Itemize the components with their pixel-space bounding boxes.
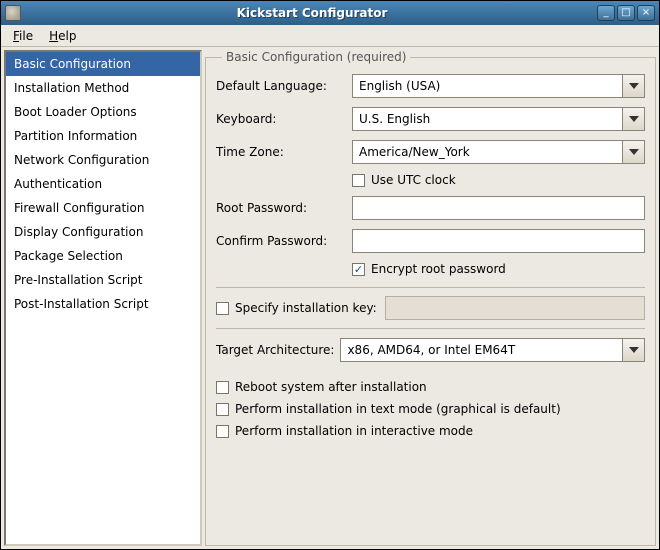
sidebar-item-post-installation-script[interactable]: Post-Installation Script xyxy=(6,292,200,316)
root-password-input[interactable] xyxy=(359,197,638,219)
label-confirm-password: Confirm Password: xyxy=(216,234,346,248)
use-utc-row[interactable]: Use UTC clock xyxy=(352,173,645,187)
sidebar-item-installation-method[interactable]: Installation Method xyxy=(6,76,200,100)
root-password-field[interactable] xyxy=(352,196,645,220)
group-title: Basic Configuration (required) xyxy=(222,50,410,64)
window: Kickstart Configurator _ □ × File Help B… xyxy=(0,0,660,550)
label-target-architecture: Target Architecture: xyxy=(216,343,334,357)
menu-file[interactable]: File xyxy=(7,27,39,45)
reboot-after-row[interactable]: Reboot system after installation xyxy=(216,380,645,394)
maximize-icon: □ xyxy=(621,8,630,18)
chevron-down-icon xyxy=(622,339,644,361)
sidebar[interactable]: Basic ConfigurationInstallation MethodBo… xyxy=(4,50,202,546)
target-architecture-combo[interactable]: x86, AMD64, or Intel EM64T xyxy=(340,338,645,362)
menubar: File Help xyxy=(1,25,659,47)
interactive-checkbox[interactable] xyxy=(216,425,229,438)
close-button[interactable]: × xyxy=(637,5,655,21)
confirm-password-input[interactable] xyxy=(359,230,638,252)
install-key-row: Specify installation key: xyxy=(216,287,645,329)
label-time-zone: Time Zone: xyxy=(216,145,346,159)
sidebar-item-network-configuration[interactable]: Network Configuration xyxy=(6,148,200,172)
specify-install-key-row[interactable]: Specify installation key: xyxy=(216,301,377,315)
basic-config-group: Basic Configuration (required) Default L… xyxy=(205,50,656,546)
sidebar-item-package-selection[interactable]: Package Selection xyxy=(6,244,200,268)
chevron-down-icon xyxy=(622,141,644,163)
chevron-down-icon xyxy=(622,108,644,130)
sidebar-item-display-configuration[interactable]: Display Configuration xyxy=(6,220,200,244)
close-icon: × xyxy=(642,8,650,18)
encrypt-root-checkbox[interactable]: ✓ xyxy=(352,263,365,276)
label-keyboard: Keyboard: xyxy=(216,112,346,126)
label-default-language: Default Language: xyxy=(216,79,346,93)
encrypt-root-label: Encrypt root password xyxy=(371,262,506,276)
confirm-password-field[interactable] xyxy=(352,229,645,253)
minimize-button[interactable]: _ xyxy=(597,5,615,21)
window-title: Kickstart Configurator xyxy=(27,6,597,20)
sidebar-item-authentication[interactable]: Authentication xyxy=(6,172,200,196)
sidebar-item-firewall-configuration[interactable]: Firewall Configuration xyxy=(6,196,200,220)
time-zone-combo[interactable]: America/New_York xyxy=(352,140,645,164)
specify-install-key-checkbox[interactable] xyxy=(216,302,229,315)
window-buttons: _ □ × xyxy=(597,5,655,21)
minimize-icon: _ xyxy=(604,8,609,18)
install-key-field xyxy=(385,296,645,320)
text-mode-row[interactable]: Perform installation in text mode (graph… xyxy=(216,402,645,416)
app-icon xyxy=(5,5,21,21)
reboot-after-checkbox[interactable] xyxy=(216,381,229,394)
specify-install-key-label: Specify installation key: xyxy=(235,301,377,315)
sidebar-item-boot-loader-options[interactable]: Boot Loader Options xyxy=(6,100,200,124)
sidebar-item-pre-installation-script[interactable]: Pre-Installation Script xyxy=(6,268,200,292)
default-language-value: English (USA) xyxy=(359,79,440,93)
interactive-label: Perform installation in interactive mode xyxy=(235,424,473,438)
use-utc-label: Use UTC clock xyxy=(371,173,456,187)
menu-help[interactable]: Help xyxy=(43,27,82,45)
interactive-row[interactable]: Perform installation in interactive mode xyxy=(216,424,645,438)
chevron-down-icon xyxy=(622,75,644,97)
sidebar-item-basic-configuration[interactable]: Basic Configuration xyxy=(6,52,200,76)
client-area: Basic ConfigurationInstallation MethodBo… xyxy=(1,47,659,549)
reboot-after-label: Reboot system after installation xyxy=(235,380,427,394)
time-zone-value: America/New_York xyxy=(359,145,470,159)
label-root-password: Root Password: xyxy=(216,201,346,215)
text-mode-label: Perform installation in text mode (graph… xyxy=(235,402,561,416)
main-panel: Basic Configuration (required) Default L… xyxy=(205,50,656,546)
titlebar[interactable]: Kickstart Configurator _ □ × xyxy=(1,1,659,25)
sidebar-item-partition-information[interactable]: Partition Information xyxy=(6,124,200,148)
keyboard-combo[interactable]: U.S. English xyxy=(352,107,645,131)
keyboard-value: U.S. English xyxy=(359,112,430,126)
target-architecture-value: x86, AMD64, or Intel EM64T xyxy=(347,343,515,357)
encrypt-root-row[interactable]: ✓ Encrypt root password xyxy=(352,262,645,276)
maximize-button[interactable]: □ xyxy=(617,5,635,21)
use-utc-checkbox[interactable] xyxy=(352,174,365,187)
text-mode-checkbox[interactable] xyxy=(216,403,229,416)
default-language-combo[interactable]: English (USA) xyxy=(352,74,645,98)
